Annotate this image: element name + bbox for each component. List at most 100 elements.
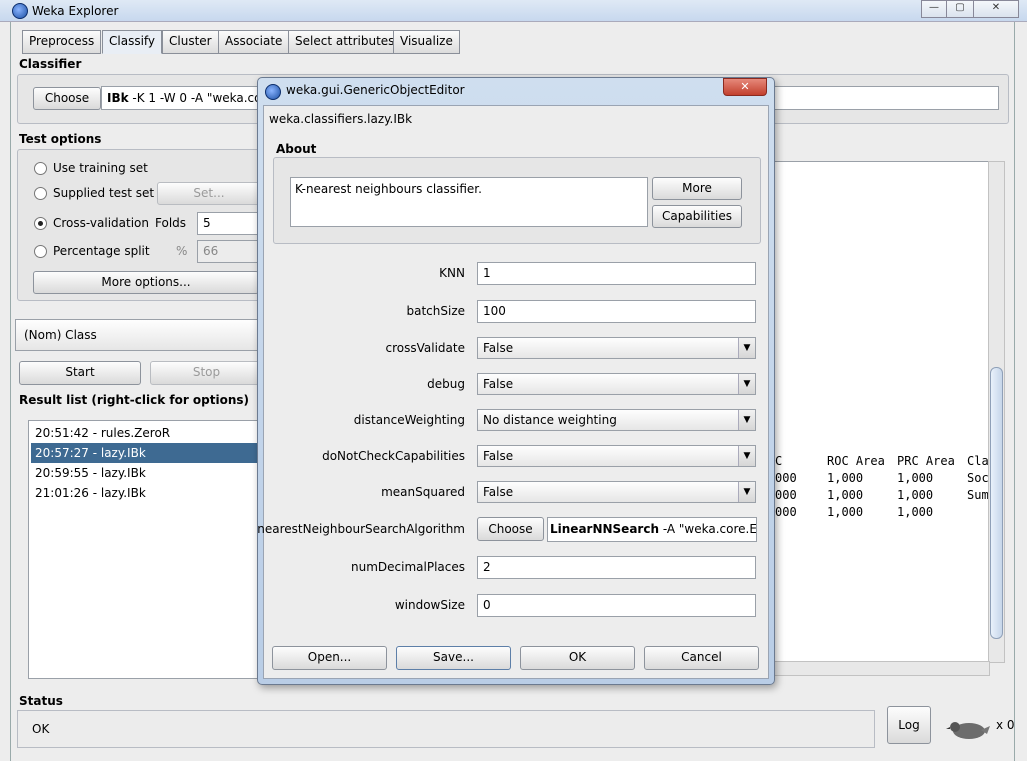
crossvalidate-value: False: [483, 341, 514, 355]
output-cell: 1,000: [897, 488, 934, 502]
nnsearch-options: -A "weka.core.Euclid: [662, 522, 757, 536]
output-vertical-scrollbar[interactable]: [988, 161, 1005, 663]
more-button[interactable]: More: [652, 177, 742, 200]
result-item[interactable]: 21:01:26 - lazy.IBk: [31, 483, 263, 503]
weka-app-icon: [12, 3, 28, 19]
result-list[interactable]: 20:51:42 - rules.ZeroR 20:57:27 - lazy.I…: [28, 420, 266, 679]
numdecimalplaces-label: numDecimalPlaces: [351, 560, 465, 574]
window-titlebar: Weka Explorer — ▢ ✕: [0, 0, 1027, 22]
output-cell: 1,000: [897, 505, 934, 519]
save-button[interactable]: Save...: [396, 646, 511, 670]
batchsize-input[interactable]: 100: [477, 300, 756, 323]
chevron-down-icon: ▼: [738, 446, 755, 466]
tab-cluster[interactable]: Cluster: [162, 30, 219, 54]
cross-validation-label: Cross-validation: [53, 216, 149, 230]
close-window-button[interactable]: ✕: [973, 0, 1019, 18]
task-count: x 0: [996, 718, 1015, 732]
dialog-close-button[interactable]: ✕: [723, 78, 767, 96]
about-label: About: [276, 142, 317, 156]
crossvalidate-label: crossValidate: [385, 341, 465, 355]
classifier-output-area[interactable]: C ROC Area PRC Area Cla 000 1,000 1,000 …: [774, 161, 990, 663]
distanceweighting-value: No distance weighting: [483, 413, 617, 427]
output-cell: 1,000: [897, 471, 934, 485]
output-cell: 1,000: [827, 471, 864, 485]
output-cell: Sum: [967, 488, 989, 502]
output-header-cell: Cla: [967, 454, 989, 468]
open-button[interactable]: Open...: [272, 646, 387, 670]
output-header-cell: PRC Area: [897, 454, 955, 468]
knn-input[interactable]: 1: [477, 262, 756, 285]
window-title: Weka Explorer: [32, 4, 119, 18]
classifier-name: IBk: [107, 91, 129, 105]
more-options-button[interactable]: More options...: [33, 271, 259, 294]
meansquared-value: False: [483, 485, 514, 499]
cancel-button[interactable]: Cancel: [644, 646, 759, 670]
distanceweighting-select[interactable]: No distance weighting ▼: [477, 409, 756, 431]
start-button[interactable]: Start: [19, 361, 141, 385]
about-text: K-nearest neighbours classifier.: [290, 177, 648, 227]
percentage-input[interactable]: 66: [197, 240, 261, 263]
log-button[interactable]: Log: [887, 706, 931, 744]
numdecimalplaces-input[interactable]: 2: [477, 556, 756, 579]
tab-visualize[interactable]: Visualize: [393, 30, 460, 54]
windowsize-input[interactable]: 0: [477, 594, 756, 617]
distanceweighting-label: distanceWeighting: [353, 413, 465, 427]
nnsearch-algorithm-label: nearestNeighbourSearchAlgorithm: [257, 522, 465, 536]
nnsearch-name: LinearNNSearch: [550, 522, 659, 536]
output-horizontal-scrollbar[interactable]: [774, 661, 990, 676]
chevron-down-icon: ▼: [738, 338, 755, 358]
crossvalidate-select[interactable]: False ▼: [477, 337, 756, 359]
result-item[interactable]: 20:59:55 - lazy.IBk: [31, 463, 263, 483]
nnsearch-algorithm-field[interactable]: LinearNNSearch -A "weka.core.Euclid: [547, 517, 757, 542]
dialog-app-icon: [265, 84, 281, 100]
choose-classifier-button[interactable]: Choose: [33, 87, 101, 110]
meansquared-select[interactable]: False ▼: [477, 481, 756, 503]
donotcheckcapabilities-value: False: [483, 449, 514, 463]
scrollbar-thumb[interactable]: [990, 367, 1003, 639]
tab-preprocess[interactable]: Preprocess: [22, 30, 102, 54]
classifier-section-label: Classifier: [19, 57, 82, 71]
capabilities-button[interactable]: Capabilities: [652, 205, 742, 228]
folds-input[interactable]: 5: [197, 212, 261, 235]
dialog-title: weka.gui.GenericObjectEditor: [286, 83, 465, 97]
class-attribute-select[interactable]: (Nom) Class: [15, 319, 263, 351]
tab-classify[interactable]: Classify: [102, 30, 163, 54]
meansquared-label: meanSquared: [381, 485, 465, 499]
batchsize-label: batchSize: [406, 304, 465, 318]
percentage-split-radio[interactable]: [34, 245, 47, 258]
percent-symbol: %: [176, 244, 188, 258]
percentage-split-label: Percentage split: [53, 244, 150, 258]
status-text: OK: [17, 710, 875, 748]
output-cell: 1,000: [827, 488, 864, 502]
supplied-test-label: Supplied test set: [53, 186, 155, 200]
output-cell: 1,000: [827, 505, 864, 519]
supplied-test-radio[interactable]: [34, 187, 47, 200]
ok-button[interactable]: OK: [520, 646, 635, 670]
cross-validation-radio[interactable]: [34, 217, 47, 230]
output-cell: Soc: [967, 471, 989, 485]
result-item-selected[interactable]: 20:57:27 - lazy.IBk: [31, 443, 263, 463]
stop-button[interactable]: Stop: [150, 361, 263, 385]
minimize-button[interactable]: —: [921, 0, 947, 18]
tab-select-attributes[interactable]: Select attributes: [288, 30, 402, 54]
tab-associate[interactable]: Associate: [218, 30, 290, 54]
output-table: C ROC Area PRC Area Cla 000 1,000 1,000 …: [775, 454, 989, 692]
use-training-label: Use training set: [53, 161, 148, 175]
set-test-button[interactable]: Set...: [157, 182, 261, 205]
maximize-button[interactable]: ▢: [946, 0, 974, 18]
result-item[interactable]: 20:51:42 - rules.ZeroR: [31, 423, 263, 443]
dialog-class-name: weka.classifiers.lazy.IBk: [269, 112, 413, 126]
weka-bird-icon: [946, 722, 990, 739]
chevron-down-icon: ▼: [738, 410, 755, 430]
output-header-cell: C: [775, 454, 783, 468]
windowsize-label: windowSize: [394, 598, 465, 612]
output-cell: 000: [775, 488, 797, 502]
debug-select[interactable]: False ▼: [477, 373, 756, 395]
donotcheckcapabilities-label: doNotCheckCapabilities: [322, 449, 465, 463]
result-list-label: Result list (right-click for options): [19, 393, 250, 407]
donotcheckcapabilities-select[interactable]: False ▼: [477, 445, 756, 467]
classifier-options-text: -K 1 -W 0 -A "weka.core.: [128, 91, 278, 105]
folds-label: Folds: [155, 216, 187, 230]
nnsearch-choose-button[interactable]: Choose: [477, 517, 544, 541]
use-training-radio[interactable]: [34, 162, 47, 175]
